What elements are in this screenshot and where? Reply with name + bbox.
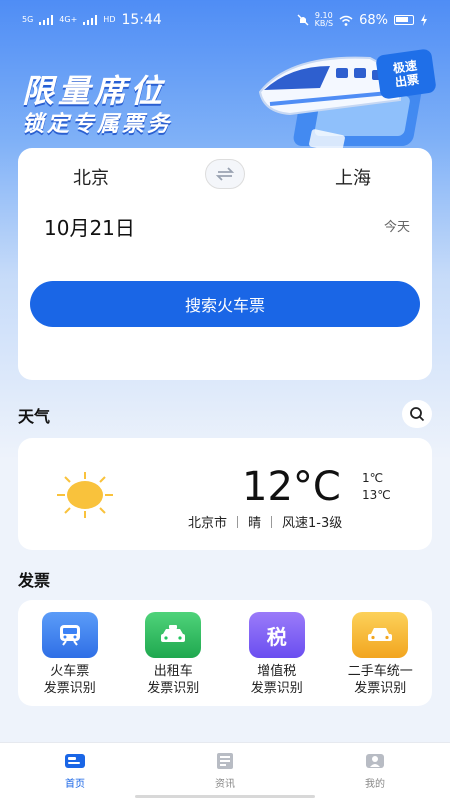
temperature-low: 13℃ (362, 488, 391, 503)
used-car-invoice-recognition[interactable]: 二手车统一 发票识别 (332, 612, 428, 706)
status-right: 9.10 KB/S 68% (297, 12, 428, 28)
tab-profile-label: 我的 (365, 779, 385, 790)
signal-5g-label: 5G (22, 15, 34, 24)
charging-icon (421, 14, 427, 26)
invoice-section-title: 发票 (18, 571, 51, 590)
divider (237, 515, 239, 528)
status-left: 5G 4G+ HD 15:44 (22, 12, 162, 28)
ticket-search-card: 北京 上海 10月21日 今天 搜索火车票 (18, 148, 432, 380)
express-ticket-badge[interactable]: 极速 出票 (375, 48, 437, 100)
swap-cities-button[interactable] (205, 159, 245, 189)
train-icon (41, 612, 98, 658)
train-invoice-label: 火车票 发票识别 (43, 664, 96, 696)
ticket-icon (65, 754, 85, 768)
status-bar: 5G 4G+ HD 15:44 9.10 KB/S 68% (0, 0, 450, 40)
travel-date[interactable]: 10月21日 (44, 212, 135, 241)
weather-condition: 晴 (248, 516, 262, 531)
weather-wind: 风速1-3级 (282, 516, 343, 531)
status-time: 15:44 (121, 12, 162, 28)
train-invoice-recognition[interactable]: 火车票 发票识别 (22, 612, 118, 706)
tab-home[interactable]: 首页 (35, 743, 115, 800)
taxi-invoice-recognition[interactable]: 出租车 发票识别 (125, 612, 221, 706)
weather-section-title: 天气 (18, 407, 51, 426)
taxi-invoice-label: 出租车 发票识别 (147, 664, 200, 696)
divider (271, 515, 273, 528)
swap-icon (215, 167, 235, 181)
mute-icon (297, 14, 309, 26)
sunny-icon (57, 472, 113, 518)
vat-invoice-recognition[interactable]: 税 增值税 发票识别 (229, 612, 325, 706)
profile-icon (366, 754, 384, 768)
temperature-high: 1℃ (362, 471, 384, 485)
tab-news[interactable]: 资讯 (185, 743, 265, 800)
invoice-card: 火车票 发票识别 出租车 发票识别 税 增值税 发票识别 二手车统一 发票识别 (18, 600, 432, 706)
wifi-icon (339, 15, 353, 26)
bottom-tab-bar: 首页 资讯 我的 (0, 742, 450, 800)
from-city[interactable]: 北京 (73, 164, 109, 190)
date-day-label: 今天 (383, 220, 410, 235)
taxi-icon (145, 612, 202, 658)
signal-bars-icon (83, 15, 98, 25)
weather-card: 12°C 1℃ 13℃ 北京市 晴 风速1-3级 (18, 438, 432, 550)
hd-label: HD (103, 15, 116, 24)
used-car-invoice-label: 二手车统一 发票识别 (347, 664, 413, 696)
battery-percent: 68% (359, 12, 388, 28)
home-indicator[interactable] (135, 795, 315, 798)
banner-subtitle: 锁定专属票务 (22, 112, 173, 137)
search-icon (410, 407, 425, 422)
temperature-range: 1℃ 13℃ (362, 470, 391, 505)
vat-invoice-label: 增值税 发票识别 (250, 664, 303, 696)
network-speed: 9.10 KB/S (314, 11, 334, 28)
tab-news-label: 资讯 (215, 779, 235, 790)
to-city[interactable]: 上海 (335, 164, 371, 190)
signal-bars-icon (39, 15, 54, 25)
weather-search-button[interactable] (402, 400, 432, 428)
tab-home-label: 首页 (65, 779, 85, 790)
weather-meta: 北京市 晴 风速1-3级 (188, 512, 342, 531)
weather-city: 北京市 (188, 516, 228, 531)
current-temperature: 12°C (242, 464, 341, 510)
battery-icon (394, 15, 414, 25)
news-icon (217, 753, 233, 769)
search-train-ticket-button[interactable]: 搜索火车票 (30, 281, 420, 327)
tab-profile[interactable]: 我的 (335, 743, 415, 800)
signal-4g-label: 4G+ (59, 15, 78, 24)
tax-icon: 税 (248, 612, 305, 658)
car-icon (352, 612, 409, 658)
